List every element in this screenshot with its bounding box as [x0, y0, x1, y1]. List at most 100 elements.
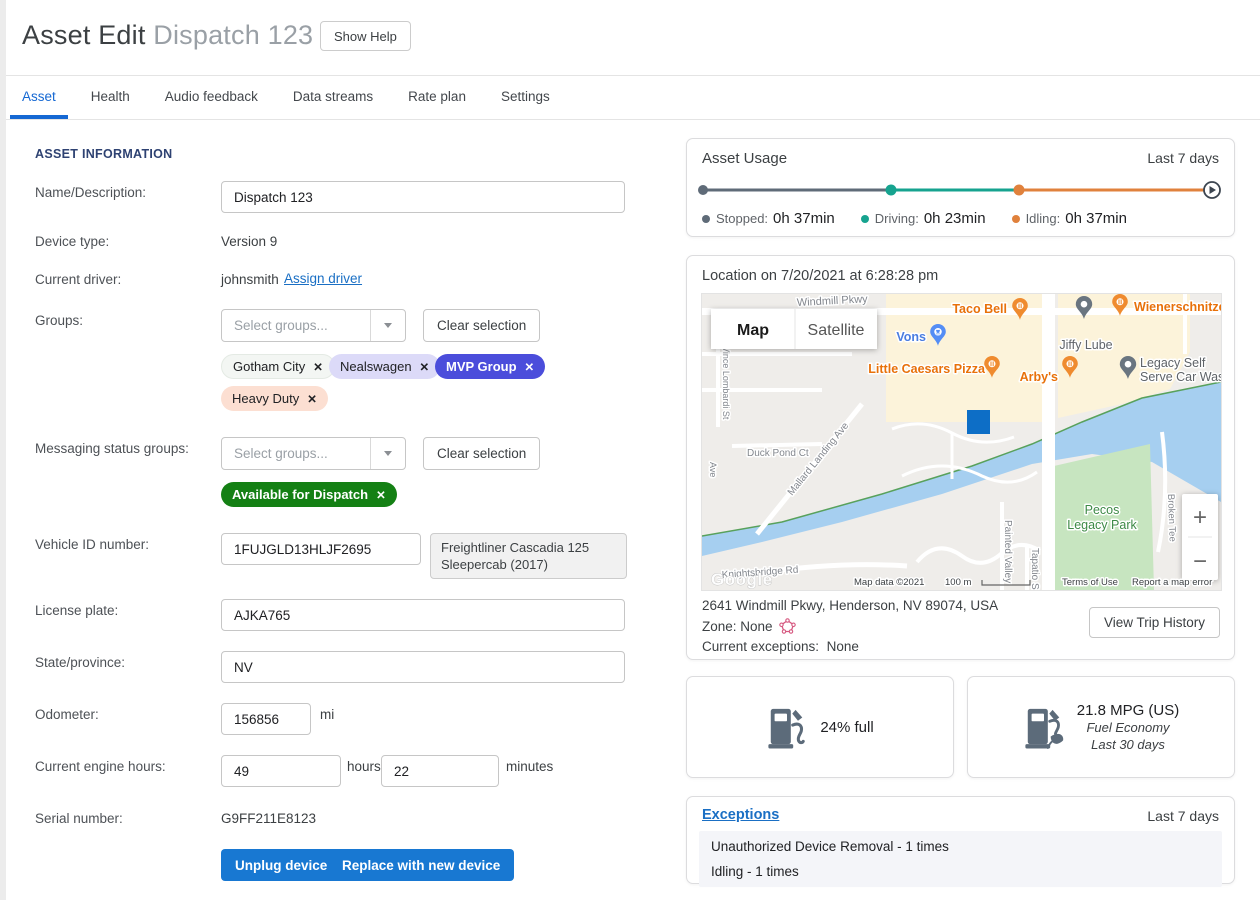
remove-tag-icon[interactable]: ✕ — [376, 488, 386, 502]
poi-label-car-wash-line1[interactable]: Legacy Self — [1140, 356, 1206, 370]
google-logo: Google — [711, 570, 773, 589]
zoom-out-button[interactable]: − — [1193, 548, 1207, 575]
group-tag-label: Nealswagen — [340, 359, 412, 374]
zoom-in-button[interactable]: + — [1193, 504, 1207, 531]
fuel-level-card: 24% full — [686, 676, 954, 778]
exceptions-link[interactable]: Exceptions — [702, 807, 779, 823]
map[interactable]: Windmill Pkwy Vince Lombardi St Ave Duck… — [701, 293, 1222, 591]
group-tag: Nealswagen ✕ — [329, 354, 440, 379]
engine-hours-input[interactable] — [221, 755, 341, 787]
poi-label-vons[interactable]: Vons — [896, 330, 926, 344]
remove-tag-icon[interactable]: ✕ — [525, 360, 535, 374]
view-trip-history-button[interactable]: View Trip History — [1089, 607, 1220, 638]
name-input[interactable] — [221, 181, 625, 213]
play-circle-icon[interactable] — [1204, 182, 1220, 198]
asset-information-form: ASSET INFORMATION Name/Description: Devi… — [28, 140, 668, 900]
poi-label-little-caesars[interactable]: Little Caesars Pizza — [868, 362, 986, 376]
poi-label-car-wash-line2[interactable]: Serve Car Was — [1140, 370, 1221, 384]
messaging-groups-label: Messaging status groups: — [35, 441, 215, 456]
street-label-broken-tee: Broken Tee — [1165, 494, 1178, 542]
map-button-label[interactable]: Map — [737, 322, 769, 339]
license-plate-input[interactable] — [221, 599, 625, 631]
groups-label: Groups: — [35, 313, 215, 328]
name-label: Name/Description: — [35, 185, 215, 200]
messaging-tag: Available for Dispatch ✕ — [221, 482, 397, 507]
location-title: Location on 7/20/2021 at 6:28:28 pm — [702, 268, 938, 284]
tab-settings[interactable]: Settings — [489, 77, 562, 119]
state-label: State/province: — [35, 655, 215, 670]
asset-edit-page: Asset Edit Dispatch 123 Show Help Asset … — [0, 0, 1260, 900]
street-label-vince-lombardi: Vince Lombardi St — [721, 346, 731, 420]
tab-data-streams[interactable]: Data streams — [281, 77, 385, 119]
location-panel: Location on 7/20/2021 at 6:28:28 pm — [686, 255, 1235, 660]
group-tag-label: Heavy Duty — [232, 391, 299, 406]
street-label-ave: Ave — [708, 462, 718, 477]
page-title-main: Asset Edit — [22, 20, 146, 50]
map-scale-label: 100 m — [945, 577, 971, 588]
exceptions-list: Unauthorized Device Removal - 1 times Id… — [699, 831, 1222, 887]
asset-usage-panel: Asset Usage Last 7 days Stopped: 0h 37mi… — [686, 138, 1235, 237]
unplug-device-button[interactable]: Unplug device — [221, 849, 341, 881]
group-tag: MVP Group ✕ — [435, 354, 545, 379]
location-address: 2641 Windmill Pkwy, Henderson, NV 89074,… — [702, 598, 998, 613]
exception-row: Unauthorized Device Removal - 1 times — [699, 834, 1222, 859]
fuel-economy-label: Fuel Economy — [1077, 719, 1180, 736]
asset-usage-title: Asset Usage — [702, 150, 787, 167]
replace-device-button[interactable]: Replace with new device — [328, 849, 514, 881]
groups-select-caret[interactable] — [370, 310, 405, 341]
terms-of-use-link[interactable]: Terms of Use — [1062, 577, 1118, 588]
license-plate-label: License plate: — [35, 603, 215, 618]
tab-asset[interactable]: Asset — [10, 77, 68, 119]
messaging-select-caret[interactable] — [370, 438, 405, 469]
state-input[interactable] — [221, 651, 625, 683]
messaging-groups-select[interactable]: Select groups... — [221, 437, 406, 470]
report-map-error-link[interactable]: Report a map error — [1132, 577, 1212, 588]
fuel-pump-icon — [766, 703, 808, 751]
driving-dot — [886, 185, 897, 196]
groups-clear-button[interactable]: Clear selection — [423, 309, 540, 342]
vin-input[interactable] — [221, 533, 421, 565]
serial-label: Serial number: — [35, 811, 215, 826]
engine-minutes-input[interactable] — [381, 755, 499, 787]
current-driver-value: johnsmith — [221, 272, 279, 287]
poi-label-wienerschnitzel[interactable]: Wienerschnitze — [1134, 300, 1221, 314]
poi-label-taco-bell[interactable]: Taco Bell — [952, 302, 1007, 316]
minutes-unit: minutes — [506, 759, 553, 774]
map-park — [1054, 444, 1154, 590]
device-type-label: Device type: — [35, 234, 215, 249]
street-label-painted-valley: Painted Valley — [1002, 520, 1013, 583]
groups-select[interactable]: Select groups... — [221, 309, 406, 342]
idling-dot — [1014, 185, 1025, 196]
current-exceptions-line: Current exceptions: None — [702, 639, 859, 654]
remove-tag-icon[interactable]: ✕ — [420, 360, 430, 374]
location-zone: Zone: None — [702, 618, 796, 635]
remove-tag-icon[interactable]: ✕ — [307, 392, 317, 406]
park-label-line2: Legacy Park — [1067, 518, 1137, 532]
tab-bar: Asset Health Audio feedback Data streams… — [6, 77, 1260, 120]
hours-unit: hours — [347, 759, 381, 774]
groups-select-placeholder: Select groups... — [222, 318, 370, 333]
messaging-select-placeholder: Select groups... — [222, 446, 370, 461]
zone-icon[interactable] — [779, 618, 796, 635]
satellite-button-label[interactable]: Satellite — [808, 322, 865, 339]
usage-legend: Stopped: 0h 37min Driving: 0h 23min Idli… — [702, 210, 1127, 227]
street-label-duck-pond: Duck Pond Ct — [747, 448, 809, 459]
chevron-down-icon — [384, 323, 392, 328]
poi-label-jiffy-lube[interactable]: Jiffy Lube — [1059, 338, 1112, 352]
remove-tag-icon[interactable]: ✕ — [313, 360, 323, 374]
asset-location-marker[interactable] — [967, 410, 990, 434]
fuel-economy-period: Last 30 days — [1077, 736, 1180, 753]
show-help-button[interactable]: Show Help — [320, 21, 411, 51]
assign-driver-link[interactable]: Assign driver — [284, 271, 362, 286]
odometer-input[interactable] — [221, 703, 311, 735]
exceptions-period: Last 7 days — [1147, 808, 1219, 824]
legend-driving: Driving: 0h 23min — [861, 210, 986, 227]
tab-rate-plan[interactable]: Rate plan — [396, 77, 478, 119]
tab-audio-feedback[interactable]: Audio feedback — [153, 77, 270, 119]
tab-health[interactable]: Health — [79, 77, 142, 119]
poi-label-arbys[interactable]: Arby's — [1020, 370, 1058, 384]
messaging-clear-button[interactable]: Clear selection — [423, 437, 540, 470]
serial-value: G9FF211E8123 — [221, 811, 316, 826]
messaging-tag-label: Available for Dispatch — [232, 487, 368, 502]
page-left-gutter — [0, 0, 6, 900]
